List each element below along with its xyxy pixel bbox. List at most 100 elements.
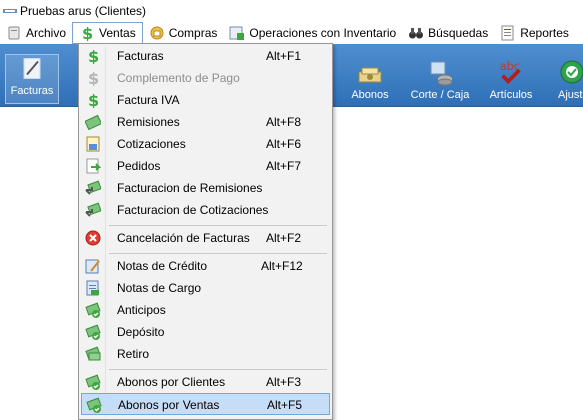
menu-item-shortcut: Alt+F12 xyxy=(261,259,303,273)
menu-item-factura-iva[interactable]: $ Factura IVA xyxy=(81,89,330,111)
menu-item-facturacion-remisiones[interactable]: Facturacion de Remisiones xyxy=(81,177,330,199)
menu-busquedas[interactable]: Búsquedas xyxy=(402,22,494,44)
menu-item-label: Anticipos xyxy=(117,303,166,317)
menu-item-label: Facturas xyxy=(117,49,164,63)
menu-busquedas-label: Búsquedas xyxy=(428,26,489,40)
menu-item-shortcut: Alt+F1 xyxy=(266,49,302,63)
dollar-icon: $ xyxy=(85,69,101,88)
dollar-icon: $ xyxy=(85,91,101,110)
menu-reportes[interactable]: Reportes xyxy=(494,22,575,44)
toolbar-facturas-label: Facturas xyxy=(10,85,54,97)
menu-item-cancelacion-facturas[interactable]: Cancelación de Facturas Alt+F2 xyxy=(81,227,330,249)
menu-item-label: Notas de Cargo xyxy=(117,281,202,295)
menu-item-retiro[interactable]: Retiro xyxy=(81,343,330,365)
menu-reportes-label: Reportes xyxy=(520,26,569,40)
cancel-icon xyxy=(85,230,101,246)
menu-item-facturacion-cotizaciones[interactable]: Facturacion de Cotizaciones xyxy=(81,199,330,221)
menu-item-label: Pedidos xyxy=(117,159,161,173)
menu-item-shortcut: Alt+F8 xyxy=(266,115,302,129)
binoculars-icon xyxy=(408,25,424,41)
money-check-icon xyxy=(85,374,101,390)
menu-archivo[interactable]: Archivo xyxy=(0,22,72,44)
abc-check-icon: abc xyxy=(500,60,521,84)
charge-note-icon xyxy=(85,280,101,296)
report-icon xyxy=(500,25,516,41)
adjust-icon xyxy=(560,60,583,84)
cash-icon xyxy=(358,67,382,83)
inventory-icon xyxy=(229,25,245,41)
svg-text:$: $ xyxy=(88,70,99,86)
menu-item-shortcut: Alt+F7 xyxy=(266,159,302,173)
convert-icon xyxy=(85,202,102,218)
menu-item-label: Notas de Crédito xyxy=(117,259,208,273)
menu-item-label: Facturacion de Remisiones xyxy=(117,181,263,195)
bill-icon xyxy=(84,114,103,131)
register-icon xyxy=(430,61,453,86)
menu-item-abonos-ventas[interactable]: Abonos por Ventas Alt+F5 xyxy=(81,393,330,415)
toolbar-corte-caja-label: Corte / Caja xyxy=(410,89,470,101)
svg-text:$: $ xyxy=(88,48,99,64)
archive-icon xyxy=(6,25,22,41)
dollar-icon: $ xyxy=(85,47,101,66)
menu-item-label: Remisiones xyxy=(117,115,180,129)
money-check-icon xyxy=(85,324,101,340)
menu-item-label: Factura IVA xyxy=(117,93,180,107)
menu-ventas-label: Ventas xyxy=(99,26,136,40)
menu-item-label: Cancelación de Facturas xyxy=(117,231,250,245)
menu-item-label: Abonos por Ventas xyxy=(118,398,220,412)
toolbar-facturas-button[interactable]: Facturas xyxy=(5,54,59,104)
menu-item-remisiones[interactable]: Remisiones Alt+F8 xyxy=(81,111,330,133)
menu-item-shortcut: Alt+F5 xyxy=(267,398,303,412)
dollar-icon: $ xyxy=(79,25,95,41)
menu-item-shortcut: Alt+F6 xyxy=(266,137,302,151)
title-bar: Pruebas arus (Clientes) xyxy=(0,0,583,22)
menu-ventas[interactable]: $ Ventas xyxy=(72,22,143,44)
menu-operaciones-label: Operaciones con Inventario xyxy=(249,26,397,40)
svg-text:$: $ xyxy=(88,92,99,108)
menu-compras[interactable]: Compras xyxy=(143,22,224,44)
convert-icon xyxy=(85,180,102,196)
toolbar-abonos-label: Abonos xyxy=(351,89,389,101)
menu-item-notas-credito[interactable]: Notas de Crédito Alt+F12 xyxy=(81,255,330,277)
shopping-icon xyxy=(149,25,165,41)
menu-separator xyxy=(109,225,327,226)
menu-item-notas-cargo[interactable]: Notas de Cargo xyxy=(81,277,330,299)
order-icon xyxy=(85,158,102,174)
menu-item-deposito[interactable]: Depósito xyxy=(81,321,330,343)
menu-bar: Archivo $ Ventas Compras Operaciones con… xyxy=(0,22,583,44)
menu-item-anticipos[interactable]: Anticipos xyxy=(81,299,330,321)
toolbar-ajust-label: Ajust xyxy=(558,89,583,101)
money-icon xyxy=(85,346,101,362)
menu-item-pedidos[interactable]: Pedidos Alt+F7 xyxy=(81,155,330,177)
toolbar-corte-caja-button[interactable]: Corte / Caja xyxy=(405,44,475,107)
menu-item-label: Depósito xyxy=(117,325,165,339)
toolbar-articulos-label: Artículos xyxy=(489,89,533,101)
menu-item-label: Retiro xyxy=(117,347,150,361)
menu-item-shortcut: Alt+F3 xyxy=(266,375,302,389)
menu-item-abonos-clientes[interactable]: Abonos por Clientes Alt+F3 xyxy=(81,371,330,393)
menu-compras-label: Compras xyxy=(168,26,218,40)
menu-item-complemento-pago[interactable]: $ Complemento de Pago xyxy=(81,67,330,89)
menu-item-label: Abonos por Clientes xyxy=(117,375,226,389)
menu-item-label: Facturacion de Cotizaciones xyxy=(117,203,269,217)
window-title: Pruebas arus (Clientes) xyxy=(20,4,147,18)
menu-item-shortcut: Alt+F2 xyxy=(266,231,302,245)
toolbar-articulos-button[interactable]: abc Artículos xyxy=(483,44,539,107)
toolbar-ajust-button[interactable]: Ajust xyxy=(558,44,583,107)
menu-item-facturas[interactable]: $ Facturas Alt+F1 xyxy=(81,45,330,67)
svg-text:$: $ xyxy=(82,25,93,41)
menu-archivo-label: Archivo xyxy=(26,26,67,40)
menu-item-label: Cotizaciones xyxy=(117,137,186,151)
menu-item-cotizaciones[interactable]: Cotizaciones Alt+F6 xyxy=(81,133,330,155)
money-check-icon xyxy=(85,302,101,318)
menu-separator xyxy=(109,369,327,370)
toolbar-abonos-button[interactable]: Abonos xyxy=(344,44,396,107)
money-check-icon xyxy=(86,397,102,413)
app-icon xyxy=(3,6,17,16)
ventas-dropdown-menu: $ Facturas Alt+F1 $ Complemento de Pago … xyxy=(78,43,333,420)
pen-icon xyxy=(23,58,41,79)
quote-icon xyxy=(85,136,101,152)
menu-item-label: Complemento de Pago xyxy=(117,71,240,85)
menu-operaciones-inventario[interactable]: Operaciones con Inventario xyxy=(223,22,402,44)
credit-note-icon xyxy=(85,258,101,274)
